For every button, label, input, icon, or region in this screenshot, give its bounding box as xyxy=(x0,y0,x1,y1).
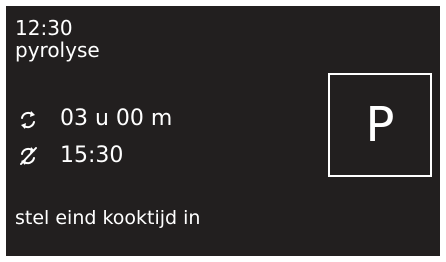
end-time: 15:30 xyxy=(60,143,124,168)
cycle-arrows-icon xyxy=(21,111,35,129)
instruction-text: stel eind kooktijd in xyxy=(15,207,201,229)
clock-time: 12:30 xyxy=(15,16,73,40)
cooking-duration: 03 u 00 m xyxy=(60,106,173,131)
cycle-arrows-crossed-icon xyxy=(20,147,37,165)
oven-display: 12:30 pyrolyse 03 u 00 m 15:30 P stel ei… xyxy=(6,6,440,256)
program-indicator: P xyxy=(328,73,432,177)
program-letter: P xyxy=(365,97,395,153)
mode-label: pyrolyse xyxy=(15,38,100,62)
